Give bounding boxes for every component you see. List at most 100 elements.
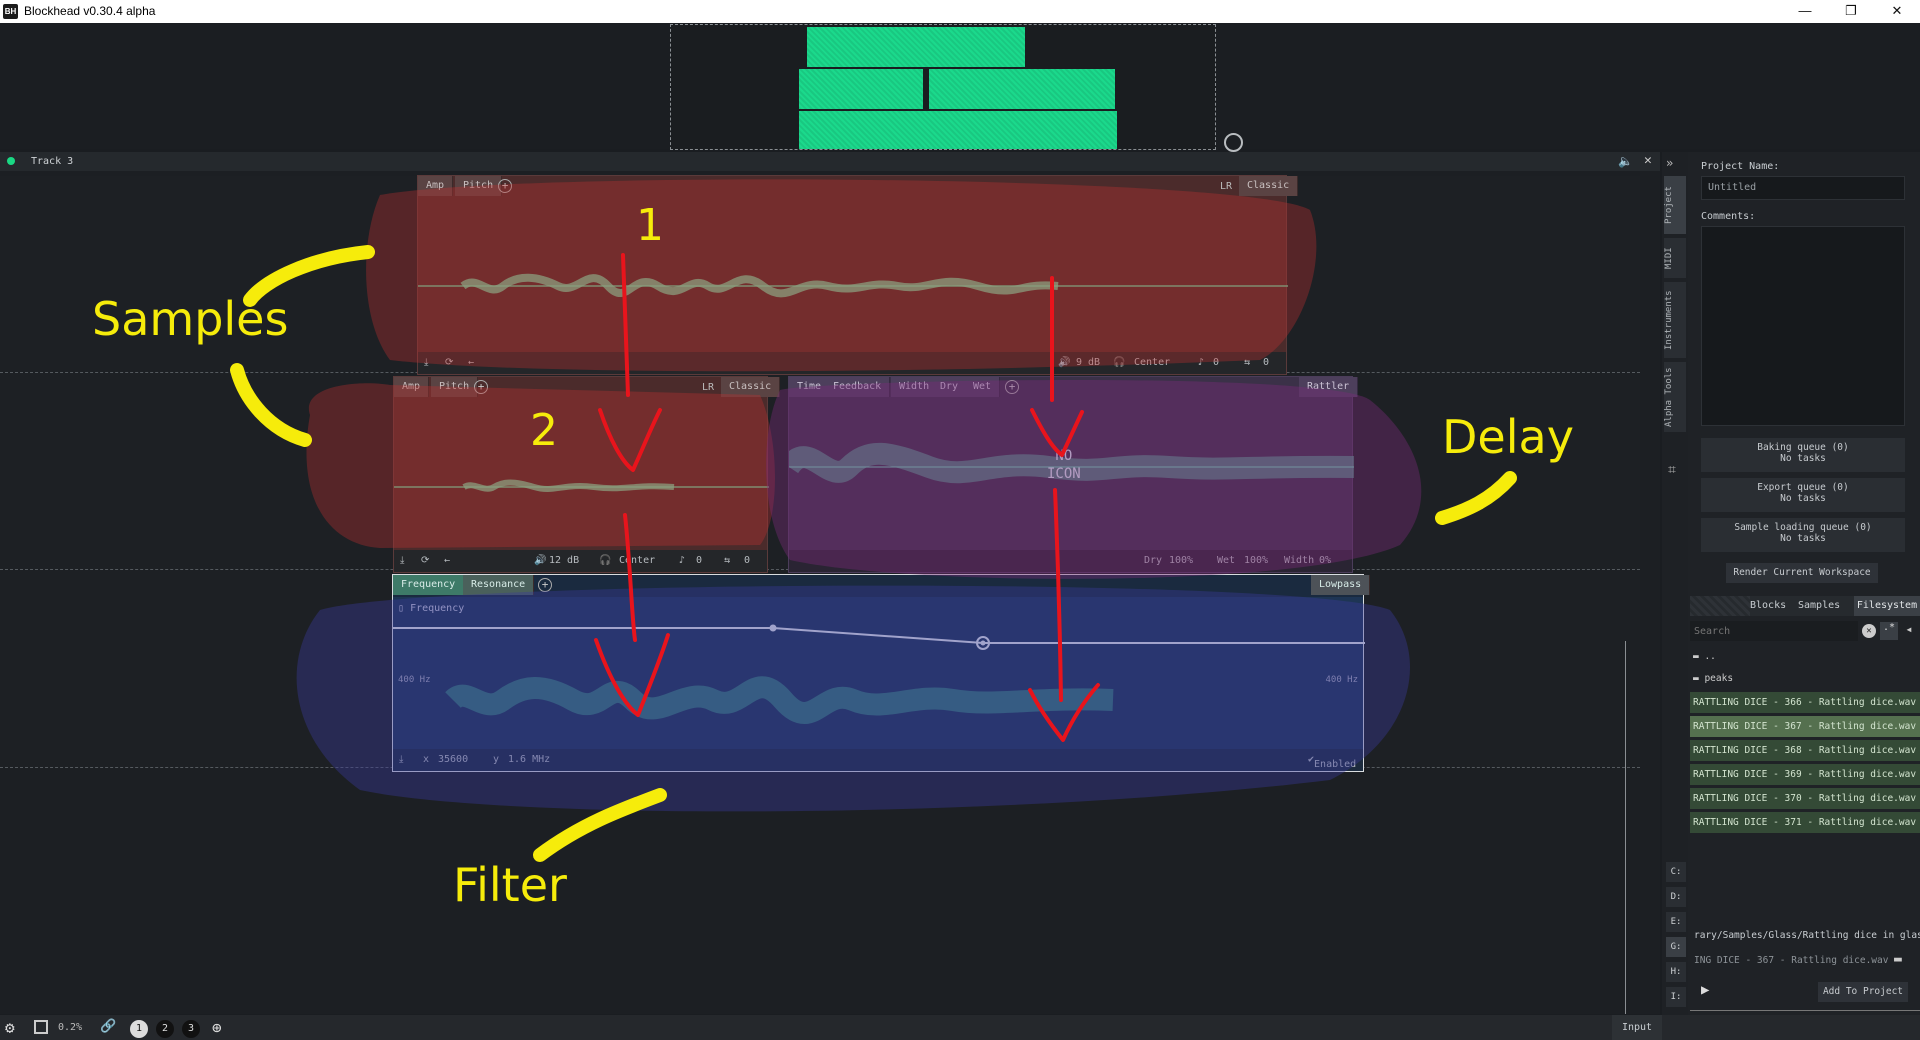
comments-textarea[interactable] <box>1701 226 1905 426</box>
tools-icon[interactable]: ⌗ <box>1668 462 1676 478</box>
drive-d[interactable]: D: <box>1666 887 1686 907</box>
pitch-value[interactable]: 0 <box>1213 357 1219 368</box>
play-icon[interactable]: ▶ <box>1701 982 1709 998</box>
tab-amp[interactable]: Amp <box>394 377 430 397</box>
add-page-icon[interactable]: ⊕ <box>212 1018 222 1037</box>
tab-pitch[interactable]: Pitch <box>455 176 503 196</box>
regex-toggle-icon[interactable]: .* <box>1880 622 1898 640</box>
tab-classic[interactable]: Classic <box>721 377 781 397</box>
close-button[interactable]: ✕ <box>1874 0 1920 23</box>
tab-alpha-tools[interactable]: Alpha Tools <box>1664 362 1686 432</box>
dry-value[interactable]: 100% <box>1169 555 1193 566</box>
tab-blocks[interactable]: Blocks <box>1750 600 1786 611</box>
overview-viewport[interactable] <box>670 24 1216 150</box>
delay-block[interactable]: Time Feedback Width Dry Wet + Rattler NO… <box>788 376 1359 573</box>
page-3-button[interactable]: 3 <box>182 1020 200 1038</box>
maximize-button[interactable]: ❐ <box>1828 0 1874 23</box>
tab-instruments[interactable]: Instruments <box>1664 282 1686 358</box>
tab-samples[interactable]: Samples <box>1798 600 1840 611</box>
x-label: x <box>423 754 430 765</box>
track-active-indicator[interactable] <box>7 157 15 165</box>
sample-block-1[interactable]: Amp Pitch + LR Classic ⤓ ⟳ ← 🔊 9 dB 🎧 Ce… <box>417 175 1299 375</box>
add-lane-icon[interactable]: + <box>1005 380 1019 394</box>
tab-resonance[interactable]: Resonance <box>463 575 535 595</box>
preview-seekbar[interactable] <box>1690 1010 1920 1011</box>
minimize-button[interactable]: — <box>1782 0 1828 23</box>
file-item[interactable]: RATTLING DICE - 371 - Rattling dice.wav <box>1690 812 1920 833</box>
tab-filesystem[interactable]: Filesystem <box>1854 596 1920 616</box>
file-item[interactable]: RATTLING DICE - 366 - Rattling dice.wav <box>1690 692 1920 713</box>
folder-item[interactable]: ▬ .. <box>1690 646 1920 667</box>
add-lane-icon[interactable]: + <box>538 578 552 592</box>
tab-feedback[interactable]: Feedback <box>825 377 891 397</box>
y-value[interactable]: 1.6 MHz <box>508 754 550 765</box>
lr-label[interactable]: LR <box>702 382 714 393</box>
drive-g[interactable]: G: <box>1666 937 1686 957</box>
tab-amp[interactable]: Amp <box>418 176 454 196</box>
track-header[interactable]: Track 3 🔈 ✕ <box>0 152 1660 171</box>
bake-icon[interactable]: ⤓ <box>400 555 404 566</box>
reverse-icon[interactable]: ← <box>444 555 450 566</box>
bake-icon[interactable]: ⤓ <box>399 754 403 765</box>
input-button[interactable]: Input <box>1612 1015 1662 1040</box>
file-item[interactable]: RATTLING DICE - 367 - Rattling dice.wav <box>1690 716 1920 737</box>
drive-c[interactable]: C: <box>1666 862 1686 882</box>
folder-icon[interactable]: ▬ <box>1894 952 1902 967</box>
playhead[interactable] <box>1625 641 1626 1014</box>
loop-icon[interactable]: ⟳ <box>445 357 453 368</box>
loop-icon[interactable]: ⟳ <box>421 555 429 566</box>
pan-value[interactable]: Center <box>619 555 655 566</box>
overview-block <box>807 27 1025 67</box>
folder-item[interactable]: ▬ peaks <box>1690 668 1920 689</box>
file-item[interactable]: RATTLING DICE - 368 - Rattling dice.wav <box>1690 740 1920 761</box>
pan-value[interactable]: Center <box>1134 357 1170 368</box>
bake-icon[interactable]: ⤓ <box>424 357 428 368</box>
lr-label[interactable]: LR <box>1220 181 1232 192</box>
drive-e[interactable]: E: <box>1666 912 1686 932</box>
render-workspace-button[interactable]: Render Current Workspace <box>1726 563 1878 583</box>
amp-value[interactable]: 9 dB <box>1076 357 1100 368</box>
add-to-project-button[interactable]: Add To Project <box>1818 982 1908 1002</box>
mute-icon[interactable]: 🔈 <box>1618 154 1633 168</box>
back-icon[interactable]: ◂ <box>1900 622 1918 640</box>
clear-search-icon[interactable]: ✕ <box>1862 624 1876 638</box>
filter-envelope[interactable] <box>393 605 1365 745</box>
file-item[interactable]: RATTLING DICE - 370 - Rattling dice.wav <box>1690 788 1920 809</box>
page-2-button[interactable]: 2 <box>156 1020 174 1038</box>
tab-pitch[interactable]: Pitch <box>431 377 479 397</box>
add-lane-icon[interactable]: + <box>498 179 512 193</box>
settings-icon[interactable]: ⚙ <box>5 1018 15 1037</box>
tab-project[interactable]: Project <box>1664 176 1686 234</box>
file-item[interactable]: RATTLING DICE - 369 - Rattling dice.wav <box>1690 764 1920 785</box>
offset-value[interactable]: 0 <box>1263 357 1269 368</box>
tab-dry[interactable]: Dry <box>932 377 968 397</box>
filter-block[interactable]: Frequency Resonance + Lowpass ▯ Frequenc… <box>392 574 1371 772</box>
wet-value[interactable]: 100% <box>1244 555 1268 566</box>
tab-rattler[interactable]: Rattler <box>1299 377 1359 397</box>
project-name-input[interactable]: Untitled <box>1701 176 1905 200</box>
close-track-icon[interactable]: ✕ <box>1644 153 1652 168</box>
width-value[interactable]: 0% <box>1319 555 1331 566</box>
collapse-panel-icon[interactable]: » <box>1666 156 1673 170</box>
sample-block-2[interactable]: Amp Pitch + LR Classic ⤓ ⟳ ← 🔊 12 dB 🎧 C… <box>393 376 781 573</box>
pitch-value[interactable]: 0 <box>696 555 702 566</box>
page-1-button[interactable]: 1 <box>130 1020 148 1038</box>
x-value[interactable]: 35600 <box>438 754 468 765</box>
overview-handle[interactable] <box>1224 133 1243 152</box>
reverse-icon[interactable]: ← <box>468 357 474 368</box>
enabled-checkbox[interactable]: ✔ Enabled <box>1308 754 1356 770</box>
tab-frequency[interactable]: Frequency <box>393 575 465 595</box>
tab-time[interactable]: Time <box>789 377 831 397</box>
tab-midi[interactable]: MIDI <box>1664 238 1686 278</box>
tab-classic[interactable]: Classic <box>1239 176 1299 196</box>
search-input[interactable] <box>1690 621 1858 641</box>
add-lane-icon[interactable]: + <box>474 380 488 394</box>
tab-lowpass[interactable]: Lowpass <box>1311 575 1371 595</box>
amp-value[interactable]: 12 dB <box>549 555 579 566</box>
drive-i[interactable]: I: <box>1666 987 1686 1007</box>
drive-h[interactable]: H: <box>1666 962 1686 982</box>
offset-value[interactable]: 0 <box>744 555 750 566</box>
tab-wet[interactable]: Wet <box>965 377 1001 397</box>
link-icon[interactable]: 🔗 <box>100 1019 116 1034</box>
block-controls: ⤓ x 35600 y 1.6 MHz ✔ Enabled <box>393 749 1363 771</box>
